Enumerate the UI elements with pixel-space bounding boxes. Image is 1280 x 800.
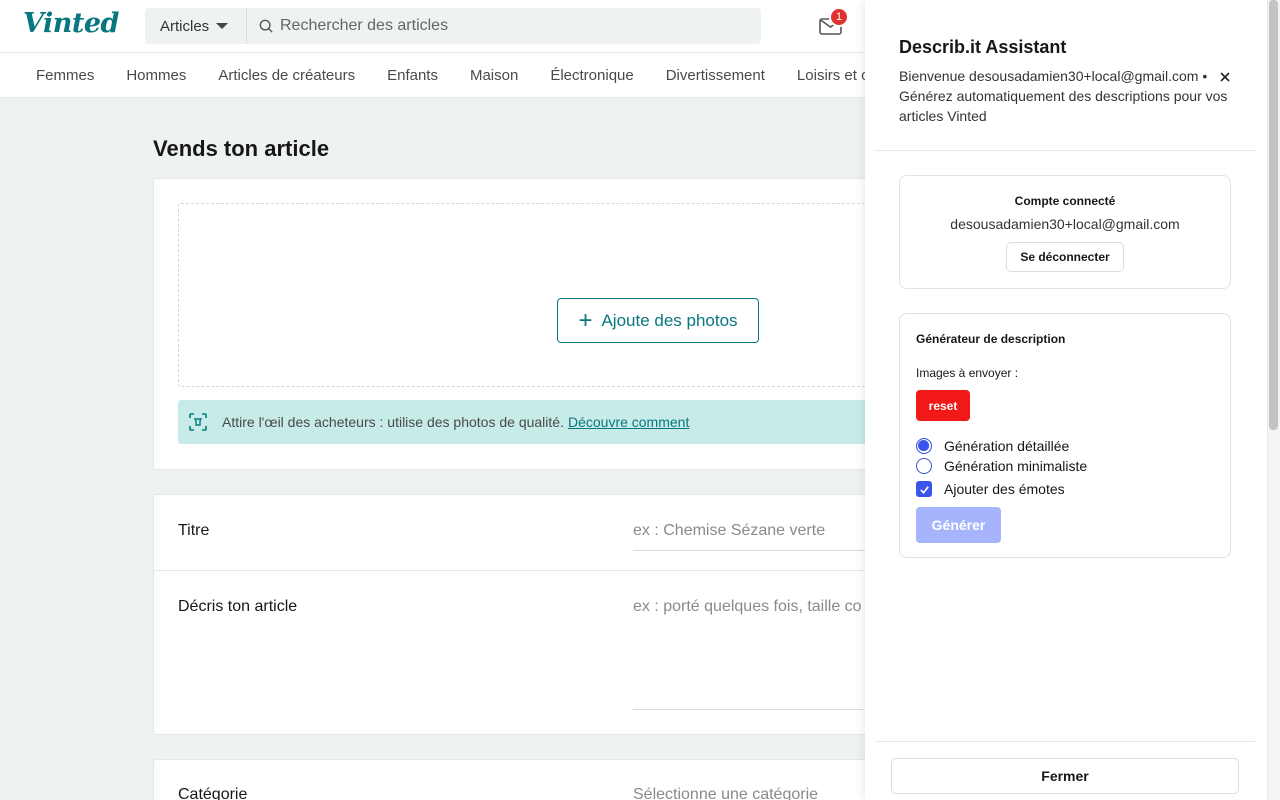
search-category-dropdown[interactable]: Articles (145, 8, 247, 44)
search-category-label: Articles (160, 17, 210, 35)
nav-item-divertissement[interactable]: Divertissement (666, 67, 765, 84)
photos-card: + Ajoute des photos Attire l'œil des ach… (153, 178, 898, 470)
title-label: Titre (178, 522, 210, 539)
photo-dropzone[interactable]: + Ajoute des photos (178, 203, 898, 387)
nav-item-femmes[interactable]: Femmes (36, 67, 94, 84)
add-photos-button[interactable]: + Ajoute des photos (557, 298, 759, 343)
check-icon (919, 485, 929, 494)
panel-welcome: Bienvenue desousadamien30+local@gmail.co… (899, 68, 1228, 124)
option-detailed[interactable]: Génération détaillée (916, 438, 1069, 454)
description-label: Décris ton article (178, 598, 298, 615)
panel-divider (875, 150, 1255, 151)
details-card: Titre Décris ton article (153, 494, 894, 735)
photo-tip-link[interactable]: Découvre comment (568, 414, 689, 430)
images-label: Images à envoyer : (916, 366, 1019, 380)
describit-panel: Describ.it Assistant Bienvenue desousada… (865, 0, 1267, 800)
search-input[interactable] (273, 8, 761, 44)
add-photos-label: Ajoute des photos (601, 310, 738, 330)
radio-detailed[interactable] (916, 438, 932, 454)
photo-tip-banner: Attire l'œil des acheteurs : utilise des… (178, 400, 898, 444)
option-emotes[interactable]: Ajouter des émotes (916, 481, 1065, 497)
search-bar: Articles (145, 8, 761, 44)
reset-button[interactable]: reset (916, 390, 970, 421)
nav-item-electronique[interactable]: Électronique (550, 67, 633, 84)
nav-item-maison[interactable]: Maison (470, 67, 518, 84)
search-icon (259, 19, 273, 33)
close-icon[interactable] (1218, 70, 1232, 84)
row-divider (154, 570, 894, 571)
panel-title: Describ.it Assistant (899, 37, 1067, 57)
category-card: Catégorie Sélectionne une catégorie (153, 759, 893, 800)
option-minimal[interactable]: Génération minimaliste (916, 458, 1087, 474)
category-select[interactable]: Sélectionne une catégorie (633, 786, 818, 800)
option-minimal-label: Génération minimaliste (944, 458, 1088, 474)
nav-item-createurs[interactable]: Articles de créateurs (218, 67, 355, 84)
photo-tip-icon (189, 413, 207, 431)
logout-button[interactable]: Se déconnecter (1006, 242, 1124, 272)
generate-button[interactable]: Générer (916, 507, 1001, 543)
photo-tip-text: Attire l'œil des acheteurs : utilise des… (222, 414, 564, 430)
nav-item-hommes[interactable]: Hommes (126, 67, 186, 84)
plus-icon: + (578, 306, 593, 334)
chevron-down-icon (216, 23, 229, 29)
description-input[interactable] (633, 598, 893, 710)
title-input[interactable] (633, 522, 893, 551)
category-label: Catégorie (178, 786, 248, 800)
radio-minimal[interactable] (916, 458, 932, 474)
vinted-logo[interactable]: Vinted (23, 8, 119, 39)
panel-footer-divider (875, 741, 1255, 742)
option-emotes-label: Ajouter des émotes (944, 481, 1065, 497)
emotes-checkbox[interactable] (916, 481, 932, 497)
page-title: Vends ton article (153, 136, 330, 161)
close-panel-button[interactable]: Fermer (891, 758, 1239, 794)
nav-item-enfants[interactable]: Enfants (387, 67, 438, 84)
account-email: desousadamien30+local@gmail.com (950, 216, 1180, 232)
account-box: Compte connecté desousadamien30+local@gm… (899, 175, 1231, 289)
option-detailed-label: Génération détaillée (944, 438, 1070, 454)
generator-box: Générateur de description Images à envoy… (899, 313, 1231, 558)
scrollbar-thumb[interactable] (1269, 0, 1278, 430)
generator-title: Générateur de description (916, 332, 1066, 346)
inbox-badge: 1 (829, 7, 849, 27)
account-title: Compte connecté (1014, 194, 1116, 208)
